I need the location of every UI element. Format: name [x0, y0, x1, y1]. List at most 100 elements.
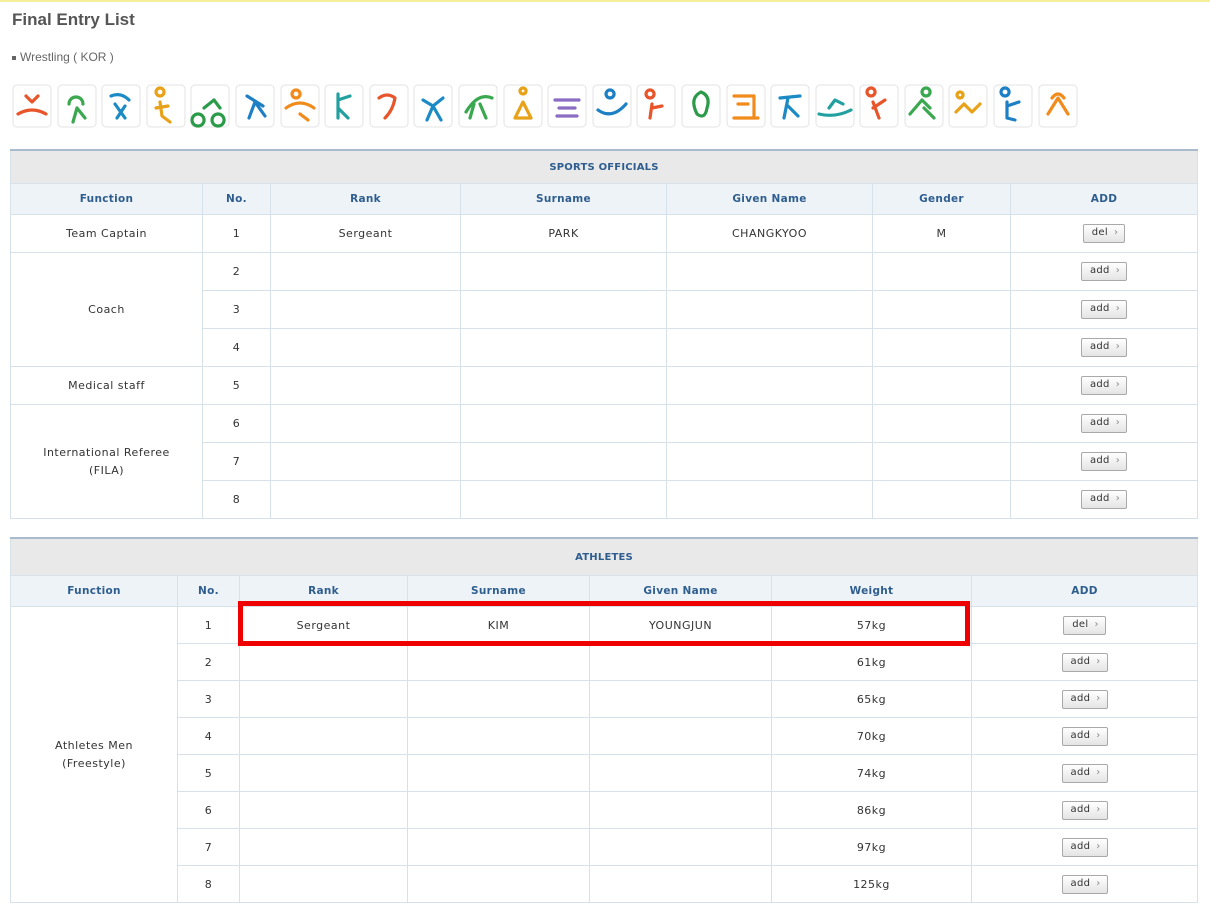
cell-rank — [270, 480, 461, 519]
cell-action: add › — [1010, 404, 1198, 443]
add-button[interactable]: add › — [1080, 262, 1128, 281]
cell-given-name — [589, 717, 772, 755]
header-no: No. — [202, 183, 271, 215]
cell-action: add › — [1010, 328, 1198, 367]
cell-rank — [270, 290, 461, 329]
add-button[interactable]: add › — [1080, 338, 1128, 357]
sport-pictogram-1-icon[interactable] — [12, 84, 52, 128]
add-button[interactable]: add › — [1061, 837, 1108, 857]
cell-action: add › — [970, 717, 1199, 755]
table-row: 2 61kg add › — [11, 643, 1199, 681]
table-row: Medical staff 5 add › — [10, 366, 1198, 405]
cell-no: 4 — [177, 717, 240, 755]
cell-rank — [270, 442, 461, 481]
table-row: Coach 2 add › — [10, 252, 1198, 367]
header-add: ADD — [1010, 183, 1198, 215]
add-button[interactable]: add › — [1061, 652, 1108, 672]
cell-surname — [460, 442, 667, 481]
button-label: add — [1089, 417, 1110, 428]
cell-gender: M — [872, 214, 1011, 253]
cell-surname — [407, 717, 590, 755]
cell-action: add › — [970, 643, 1199, 681]
add-button[interactable]: add › — [1061, 800, 1108, 820]
function-team-captain: Team Captain — [10, 214, 203, 253]
add-button[interactable]: add › — [1061, 689, 1108, 709]
sport-pictogram-18-icon[interactable] — [770, 84, 810, 128]
sport-pictogram-21-icon[interactable] — [904, 84, 944, 128]
chevron-right-icon: › — [1096, 655, 1101, 667]
table-row: 5 74kg add › — [11, 754, 1199, 792]
chevron-right-icon: › — [1115, 379, 1121, 390]
del-button[interactable]: del › — [1063, 615, 1106, 635]
button-label: add — [1070, 766, 1091, 778]
sport-pictogram-14-icon[interactable] — [592, 84, 632, 128]
cell-weight: 61kg — [771, 643, 972, 681]
sport-pictogram-7-icon[interactable] — [280, 84, 320, 128]
chevron-right-icon: › — [1096, 840, 1101, 852]
button-label: add — [1070, 692, 1091, 704]
sport-pictogram-13-icon[interactable] — [547, 84, 587, 128]
cell-gender — [872, 404, 1011, 443]
sport-pictogram-8-icon[interactable] — [324, 84, 364, 128]
add-button[interactable]: add › — [1080, 300, 1128, 319]
function-international-referee: International Referee (FILA) — [10, 404, 203, 519]
sport-pictogram-9-icon[interactable] — [369, 84, 409, 128]
cell-surname — [407, 680, 590, 718]
cell-no: 3 — [202, 290, 271, 329]
header-rank: Rank — [270, 183, 461, 215]
cell-surname — [407, 791, 590, 829]
chevron-right-icon: › — [1096, 803, 1101, 815]
sport-pictogram-24-icon[interactable] — [1038, 84, 1078, 128]
cell-action: add › — [1010, 252, 1198, 291]
cell-gender — [872, 442, 1011, 481]
athletes-table: ATHLETES Function No. Rank Surname Given… — [9, 537, 1199, 903]
cell-no: 7 — [177, 828, 240, 866]
sport-pictogram-3-icon[interactable] — [101, 84, 141, 128]
cell-surname — [407, 643, 590, 681]
athletes-group-line-2: (Freestyle) — [62, 756, 126, 770]
cell-weight: 65kg — [771, 680, 972, 718]
cell-action: del › — [1010, 214, 1198, 253]
button-label: add — [1089, 493, 1110, 504]
header-surname: Surname — [407, 575, 590, 607]
chevron-right-icon: › — [1094, 618, 1099, 630]
sport-pictogram-6-icon[interactable] — [235, 84, 275, 128]
button-label: add — [1089, 341, 1110, 352]
cell-action: add › — [1010, 442, 1198, 481]
cell-gender — [872, 252, 1011, 291]
add-button[interactable]: add › — [1061, 726, 1108, 746]
sport-pictogram-12-icon[interactable] — [503, 84, 543, 128]
sport-pictogram-11-icon[interactable] — [458, 84, 498, 128]
referee-line-1: International Referee — [43, 445, 170, 459]
chevron-right-icon: › — [1096, 692, 1101, 704]
sport-pictogram-17-icon[interactable] — [726, 84, 766, 128]
sport-pictogram-15-icon[interactable] — [636, 84, 676, 128]
add-button[interactable]: add › — [1080, 490, 1128, 509]
sport-pictogram-5-icon[interactable] — [190, 84, 230, 128]
sport-pictogram-10-icon[interactable] — [413, 84, 453, 128]
sport-pictogram-23-icon[interactable] — [993, 84, 1033, 128]
table-row: 6 86kg add › — [11, 791, 1199, 829]
add-button[interactable]: add › — [1080, 414, 1128, 433]
sport-pictogram-22-icon[interactable] — [948, 84, 988, 128]
add-button[interactable]: add › — [1080, 376, 1128, 395]
top-border-line — [0, 0, 1210, 2]
del-button[interactable]: del › — [1082, 224, 1126, 243]
header-function: Function — [10, 183, 203, 215]
sport-pictogram-16-icon[interactable] — [681, 84, 721, 128]
button-label: add — [1070, 877, 1091, 889]
sport-pictogram-20-icon[interactable] — [859, 84, 899, 128]
add-button[interactable]: add › — [1080, 452, 1128, 471]
cell-given-name — [666, 366, 873, 405]
cell-surname — [460, 480, 667, 519]
cell-given-name — [666, 328, 873, 367]
sport-pictogram-19-icon[interactable] — [815, 84, 855, 128]
sport-pictogram-2-icon[interactable] — [57, 84, 97, 128]
cell-surname: PARK — [460, 214, 667, 253]
add-button[interactable]: add › — [1061, 763, 1108, 783]
cell-action: add › — [970, 680, 1199, 718]
cell-given-name — [666, 252, 873, 291]
header-weight: Weight — [771, 575, 972, 607]
sport-pictogram-4-icon[interactable] — [146, 84, 186, 128]
add-button[interactable]: add › — [1061, 874, 1108, 894]
